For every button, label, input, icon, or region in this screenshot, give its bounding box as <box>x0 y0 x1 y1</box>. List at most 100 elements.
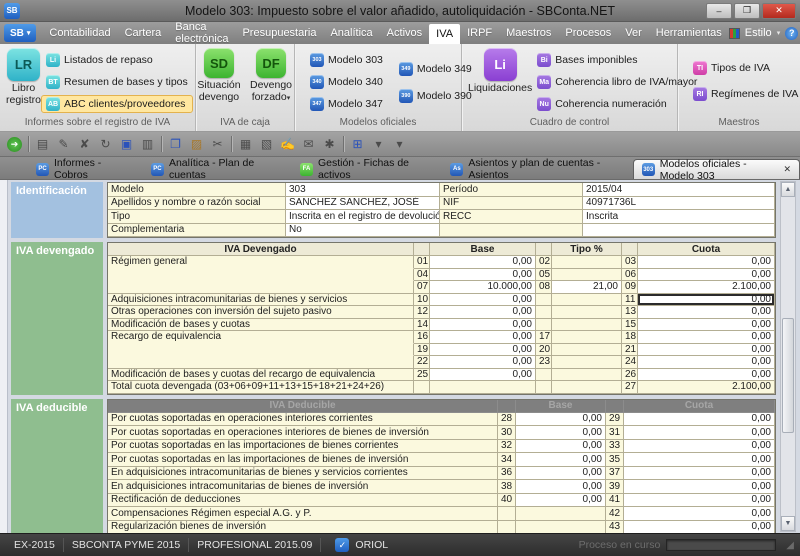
close-button[interactable]: ✕ <box>762 3 796 19</box>
menu-item[interactable]: Presupuestaria <box>235 22 323 44</box>
ribbon-item[interactable]: Ma Coherencia libro de IVA/mayor <box>532 73 702 91</box>
base-value-field[interactable]: 0,00 <box>430 319 536 332</box>
mail-icon[interactable]: ✉ <box>299 135 318 154</box>
print-preview-icon[interactable]: ▧ <box>257 135 276 154</box>
field-value[interactable] <box>583 224 775 238</box>
field-value[interactable]: 40971736L <box>583 197 775 211</box>
export-icon[interactable]: ✍ <box>278 135 297 154</box>
tipo-value-field[interactable] <box>552 269 622 282</box>
ribbon-item[interactable]: 340 Modelo 340 <box>305 73 388 91</box>
base-value-field[interactable]: 0,00 <box>430 344 536 357</box>
ribbon-big-button[interactable]: DF Devengoforzado▾ <box>249 48 293 116</box>
base-value-field[interactable]: 0,00 <box>516 426 606 440</box>
base-value-field[interactable]: 0,00 <box>516 453 606 467</box>
cuota-value-field[interactable]: 0,00 <box>624 453 775 467</box>
tipo-value-field[interactable] <box>552 331 622 344</box>
base-value-field[interactable]: 0,00 <box>430 331 536 344</box>
save-icon[interactable]: ▣ <box>117 135 136 154</box>
minimize-button[interactable]: – <box>706 3 732 19</box>
base-value-field[interactable]: 0,00 <box>516 480 606 494</box>
ribbon-item[interactable]: Li Listados de repaso <box>41 51 193 69</box>
navigate-icon[interactable]: ➔ <box>5 135 24 154</box>
menu-item[interactable]: Procesos <box>558 22 618 44</box>
scrollbar-thumb[interactable] <box>782 318 794 433</box>
tab-close-icon[interactable]: ✕ <box>779 164 791 175</box>
cuota-value-field[interactable]: 0,00 <box>638 369 775 382</box>
liquidaciones-button[interactable]: Li Liquidaciones <box>468 48 532 116</box>
ribbon-big-button[interactable]: SD Situacióndevengo <box>197 48 241 116</box>
menu-item[interactable]: Banca electrónica <box>168 22 235 44</box>
ribbon-item[interactable]: AB ABC clientes/proveedores <box>41 95 193 113</box>
help-icon[interactable]: ? <box>785 27 798 40</box>
layout-caret-icon[interactable]: ▾ <box>369 135 388 154</box>
cuota-value-field[interactable]: 0,00 <box>624 494 775 508</box>
ribbon-item[interactable]: Bi Bases imponibles <box>532 51 702 69</box>
tipo-value-field[interactable] <box>552 256 622 269</box>
cuota-value-field[interactable]: 0,00 <box>638 269 775 282</box>
tools-icon[interactable]: ✱ <box>320 135 339 154</box>
base-value-field[interactable] <box>430 381 536 394</box>
cuota-value-field[interactable]: 0,00 <box>624 413 775 427</box>
cuota-value-field[interactable]: 0,00 <box>638 319 775 332</box>
menu-item[interactable]: IRPF <box>460 22 499 44</box>
base-value-field[interactable]: 0,00 <box>430 269 536 282</box>
cuota-value-field[interactable]: 0,00 <box>638 331 775 344</box>
print-icon[interactable]: ▦ <box>236 135 255 154</box>
edit-icon[interactable]: ✎ <box>54 135 73 154</box>
ribbon-item[interactable]: Nu Coherencia numeración <box>532 95 702 113</box>
style-menu-label[interactable]: Estilo <box>745 27 772 39</box>
tipo-value-field[interactable] <box>552 369 622 382</box>
scroll-up-icon[interactable]: ▲ <box>781 182 795 197</box>
delete-icon[interactable]: ✘ <box>75 135 94 154</box>
app-menu-button[interactable]: SB ▾ <box>4 24 36 42</box>
resize-grip[interactable]: ◢ <box>782 540 794 551</box>
tipo-value-field[interactable] <box>552 319 622 332</box>
ribbon-item[interactable]: TI Tipos de IVA <box>688 59 800 77</box>
cuota-value-field[interactable]: 0,00 <box>638 256 775 269</box>
style-palette-icon[interactable] <box>729 28 740 39</box>
cut-icon[interactable]: ✂ <box>208 135 227 154</box>
tipo-value-field[interactable] <box>552 356 622 369</box>
cuota-value-field[interactable]: 0,00 <box>624 467 775 481</box>
undo-icon[interactable]: ↻ <box>96 135 115 154</box>
base-value-field[interactable]: 0,00 <box>430 356 536 369</box>
layout-icon[interactable]: ⊞ <box>348 135 367 154</box>
base-value-field[interactable]: 10.000,00 <box>430 281 536 294</box>
cuota-value-field[interactable]: 0,00 <box>624 521 775 534</box>
ribbon-item[interactable]: RI Regímenes de IVA <box>688 85 800 103</box>
base-value-field[interactable]: 0,00 <box>516 440 606 454</box>
field-value[interactable]: SANCHEZ SANCHEZ, JOSÉ <box>286 197 440 211</box>
ribbon-item[interactable]: 303 Modelo 303 <box>305 51 388 69</box>
libro-registro-button[interactable]: LR Libroregistro <box>6 48 41 116</box>
open-folder-icon[interactable]: ▤ <box>33 135 52 154</box>
base-value-field[interactable]: 0,00 <box>430 369 536 382</box>
cuota-value-field[interactable]: 0,00 <box>638 344 775 357</box>
cuota-value-field[interactable]: 0,00 <box>624 480 775 494</box>
base-value-field[interactable] <box>516 507 606 521</box>
field-value[interactable]: No <box>286 224 440 238</box>
tipo-value-field[interactable] <box>552 294 622 307</box>
base-value-field[interactable] <box>516 521 606 534</box>
base-value-field[interactable]: 0,00 <box>516 467 606 481</box>
menu-item[interactable]: Herramientas <box>649 22 729 44</box>
chevron-down-icon[interactable]: ▾ <box>777 29 781 37</box>
field-value[interactable]: 303 <box>286 183 440 197</box>
base-value-field[interactable]: 0,00 <box>516 413 606 427</box>
base-value-field[interactable]: 0,00 <box>430 306 536 319</box>
scroll-down-icon[interactable]: ▼ <box>781 516 795 531</box>
paste-icon[interactable]: ▨ <box>187 135 206 154</box>
document-tab[interactable]: PC Analítica - Plan de cuentas <box>143 159 278 179</box>
menu-item[interactable]: Analítica <box>323 22 379 44</box>
base-value-field[interactable]: 0,00 <box>430 256 536 269</box>
document-tab[interactable]: 303 Modelos oficiales - Modelo 303 ✕ <box>633 159 800 179</box>
document-tab[interactable]: FA Gestión - Fichas de activos <box>292 159 428 179</box>
field-value[interactable]: 2015/04 <box>583 183 775 197</box>
tipo-value-field[interactable] <box>552 381 622 394</box>
document-tab[interactable]: As Asientos y plan de cuentas - Asientos <box>442 159 618 179</box>
ribbon-item[interactable]: 347 Modelo 347 <box>305 95 388 113</box>
cuota-value-field[interactable]: 2.100,00 <box>638 281 775 294</box>
scrollbar-track[interactable] <box>781 197 795 516</box>
copy-icon[interactable]: ❐ <box>166 135 185 154</box>
tipo-value-field[interactable] <box>552 306 622 319</box>
cuota-value-field[interactable]: 0,00 <box>638 356 775 369</box>
